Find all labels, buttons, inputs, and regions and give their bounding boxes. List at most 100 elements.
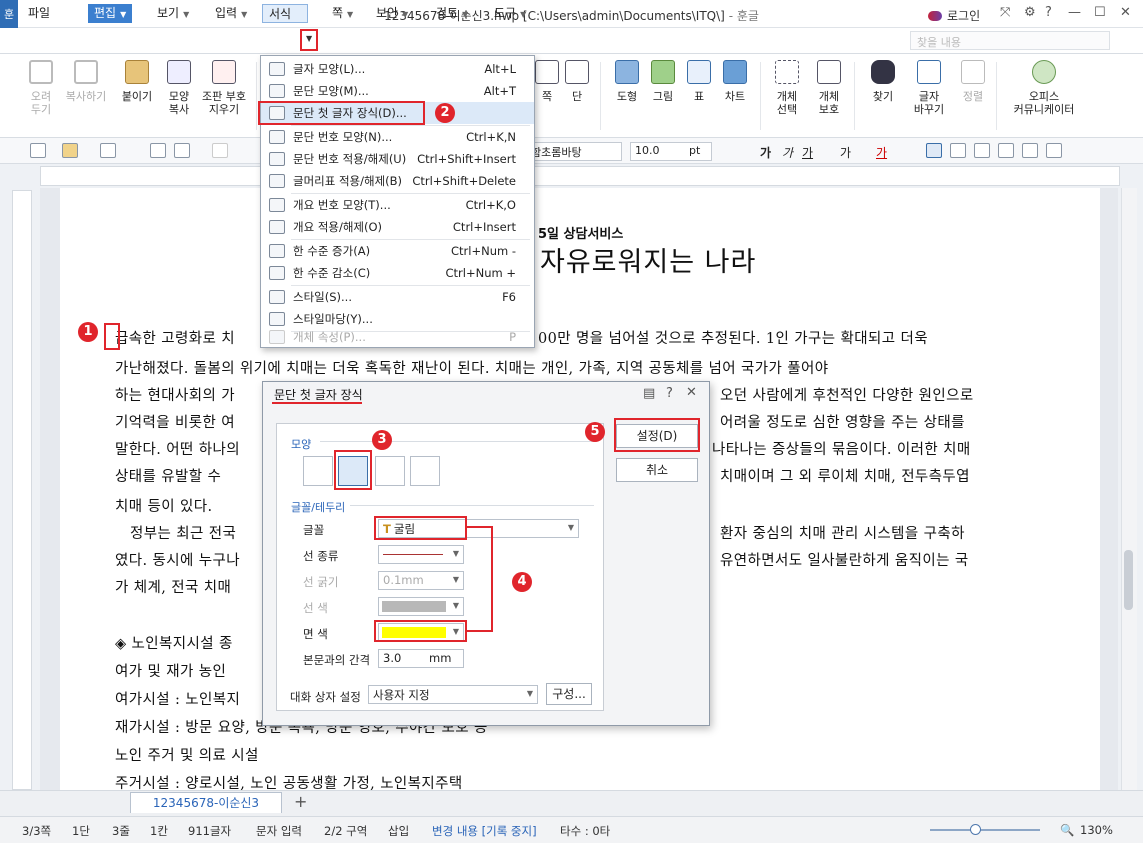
help-icon[interactable]: ? [1045,5,1052,20]
vertical-scrollbar[interactable] [1121,188,1137,790]
vertical-ruler[interactable] [12,190,32,790]
section-divider [350,505,594,506]
menu-page[interactable]: 쪽 ▼ [326,4,359,23]
menu-item-char-shape[interactable]: 글자 모양(L)... Alt+L [261,58,534,80]
minimize-button[interactable]: — [1068,5,1081,20]
chart-label: 차트 [724,90,746,103]
menu-item-para-number[interactable]: 문단 번호 모양(N)... Ctrl+K,N [261,126,534,148]
menu-view[interactable]: 보기 ▼ [151,4,195,23]
search-input[interactable]: 찾을 내용 [910,31,1110,50]
underline-button[interactable]: 가 [802,144,813,161]
clear-markup-button[interactable]: 조판 부호 지우기 [198,60,250,116]
menu-item-level-down[interactable]: 한 수준 감소(C) Ctrl+Num + [261,262,534,284]
maximize-button[interactable]: ☐ [1094,5,1106,20]
menu-item-para-shape[interactable]: 문단 모양(M)... Alt+T [261,80,534,102]
menu-item-outline-toggle[interactable]: 개요 적용/해제(O) Ctrl+Insert [261,216,534,238]
object-select-button[interactable]: 개체 선택 [768,60,806,116]
preview-icon[interactable] [174,143,190,158]
menu-edit[interactable]: 편집 ▼ [88,4,133,23]
office-communicator-button[interactable]: 오피스 커뮤니케이터 [1008,60,1080,116]
font-color-button[interactable]: 가 [876,144,887,161]
status-insert[interactable]: 삽입 [388,823,409,839]
dialog-setting-combo[interactable]: 사용자 지정 ▼ [368,685,538,704]
chevron-down-icon: ▼ [183,10,190,19]
zoom-slider-thumb[interactable] [970,824,981,835]
new-document-icon[interactable] [30,143,46,158]
config-button[interactable]: 구성... [546,683,592,705]
cancel-button[interactable]: 취소 [616,458,698,482]
chart-button[interactable]: 차트 [716,60,754,103]
picture-button[interactable]: 그림 [644,60,682,103]
copy-button[interactable]: 복사하기 [62,60,110,103]
menu-file[interactable]: 파일 [22,4,56,23]
strikethrough-button[interactable]: 가 [840,144,851,161]
cut-label: 오려 두기 [30,90,52,116]
column-button[interactable]: 단 [558,60,596,103]
doc-line: 기억력을 비롯한 여 [115,415,235,431]
replace-button[interactable]: 글자 바꾸기 [906,60,952,116]
undo-icon[interactable] [212,143,228,158]
login-button[interactable]: 로그인 [928,7,980,24]
font-size-select[interactable]: 10.0 pt [630,142,712,161]
align-center-icon[interactable] [998,143,1014,158]
format-dropdown-arrow-icon[interactable]: ▼ [306,34,312,43]
scrollbar-thumb[interactable] [1124,550,1133,610]
open-folder-icon[interactable] [62,143,78,158]
zoom-slider[interactable] [930,829,1040,831]
table-button[interactable]: 표 [680,60,718,103]
status-cell: 1칸 [150,824,168,838]
column-label: 단 [571,90,583,103]
menu-item-object-properties[interactable]: 개체 속성(P)... P [261,326,534,348]
object-protect-button[interactable]: 개체 보호 [810,60,848,116]
save-icon[interactable] [100,143,116,158]
align-right-icon[interactable] [974,143,990,158]
menu-format[interactable]: 서식▼ [262,4,309,23]
find-button[interactable]: 찾기 [864,60,902,103]
paste-label: 붙이기 [121,90,153,103]
menu-security[interactable]: 보안 ▼ [370,4,414,23]
menu-item-numbering-toggle[interactable]: 문단 번호 적용/해제(U) Ctrl+Shift+Insert [261,148,534,170]
format-painter-button[interactable]: 모양 복사 [160,60,198,116]
zoom-icon[interactable]: 🔍 [1060,823,1074,837]
bold-button[interactable]: 가 [760,144,771,161]
shape-button[interactable]: 도형 [608,60,646,103]
doc-line: 였다. 동시에 누구나 [115,553,240,569]
close-button[interactable]: ✕ [1120,5,1131,20]
status-zoom[interactable]: 130% [1080,823,1113,837]
menu-tools[interactable]: 도구 ▼ [488,4,532,23]
menu-item-outline-number[interactable]: 개요 번호 모양(T)... Ctrl+K,O [261,194,534,216]
line-type-combo[interactable]: ▼ [378,545,464,564]
settings-icon[interactable]: ⚙ [1024,5,1036,20]
shape-margin-option[interactable] [410,456,440,486]
menu-item-level-up[interactable]: 한 수준 증가(A) Ctrl+Num - [261,240,534,262]
shape-three-lines-option[interactable] [375,456,405,486]
align-justify-icon[interactable] [926,143,942,158]
gap-spinner[interactable]: 3.0 mm [378,649,464,668]
cut-button[interactable]: 오려 두기 [22,60,60,116]
restore-mode-icon[interactable]: ⤧ [1000,5,1010,20]
dialog-menu-icon[interactable]: ▤ [643,386,655,401]
add-tab-button[interactable]: + [294,792,307,811]
print-icon[interactable] [150,143,166,158]
dialog-close-icon[interactable]: ✕ [686,385,697,400]
section-divider [320,441,594,442]
italic-button[interactable]: 가 [782,144,793,161]
shape-none-option[interactable] [303,456,333,486]
dialog-help-icon[interactable]: ? [666,386,673,401]
menu-insert[interactable]: 입력 ▼ [209,4,253,23]
status-track-changes[interactable]: 변경 내용 [기록 중지] [432,823,537,839]
align-divide-icon[interactable] [1046,143,1062,158]
line-width-combo[interactable]: 0.1mm ▼ [378,571,464,590]
menu-review[interactable]: 검토 ▼ [430,4,474,23]
sort-button[interactable]: 정렬 [954,60,992,103]
horizontal-ruler[interactable] [40,166,1120,186]
align-left-icon[interactable] [950,143,966,158]
align-distribute-icon[interactable] [1022,143,1038,158]
status-mode[interactable]: 문자 입력 [256,823,302,839]
menu-item-style[interactable]: 스타일(S)... F6 [261,286,534,308]
line-color-combo[interactable]: ▼ [378,597,464,616]
paste-button[interactable]: 붙이기 [118,60,156,103]
font-select[interactable]: 함초롬바탕 [526,142,622,161]
menu-item-bullet-toggle[interactable]: 글머리표 적용/해제(B) Ctrl+Shift+Delete [261,170,534,192]
document-tab[interactable]: 12345678-이순신3 [130,792,282,813]
